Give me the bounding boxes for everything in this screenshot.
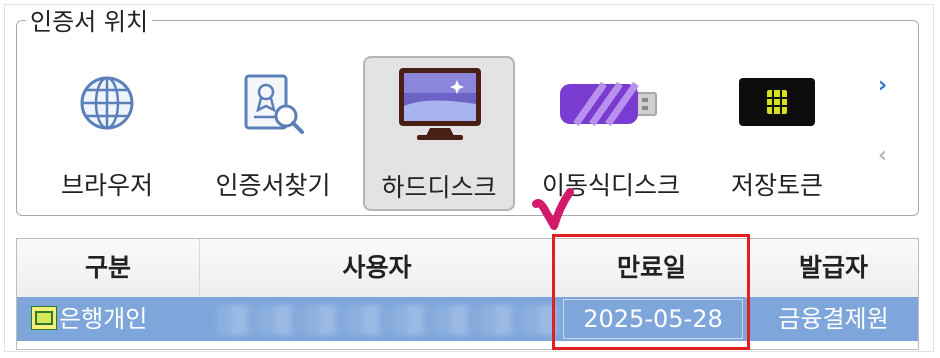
check-mark-icon bbox=[532, 188, 574, 230]
column-header-type[interactable]: 구분 bbox=[17, 239, 200, 297]
table-row[interactable]: 은행개인 2025-05-28 금융결제원 bbox=[17, 297, 918, 341]
globe-icon bbox=[49, 56, 165, 156]
storage-browser[interactable]: 브라우저 bbox=[49, 56, 165, 211]
expiry-highlight-box bbox=[552, 234, 750, 350]
certificate-search-icon bbox=[205, 56, 341, 156]
usb-drive-icon bbox=[537, 56, 685, 156]
storage-hard-disk[interactable]: 하드디스크 bbox=[363, 56, 515, 211]
cell-type: 은행개인 bbox=[59, 305, 148, 333]
cell-issuer: 금융결제원 bbox=[778, 305, 889, 333]
column-header-user[interactable]: 사용자 bbox=[200, 239, 555, 297]
storage-certificate-search-label: 인증서찾기 bbox=[215, 171, 331, 200]
storage-browser-label: 브라우저 bbox=[60, 171, 153, 200]
certificate-location-legend: 인증서 위치 bbox=[26, 7, 153, 37]
next-arrow-icon[interactable]: › bbox=[878, 73, 887, 98]
cell-user-redacted bbox=[217, 305, 560, 335]
storage-certificate-search[interactable]: 인증서찾기 bbox=[205, 56, 341, 211]
prev-arrow-icon[interactable]: ‹ bbox=[878, 143, 887, 168]
storage-hard-disk-label: 하드디스크 bbox=[381, 173, 497, 202]
column-header-issuer[interactable]: 발급자 bbox=[749, 239, 918, 297]
certificate-location-group: 브라우저 인증서찾기 하드디스크 이동식디스크 저장토큰 › ‹ bbox=[16, 20, 919, 216]
storage-security-token-label: 저장토큰 bbox=[730, 171, 823, 200]
storage-security-token[interactable]: 저장토큰 bbox=[710, 56, 844, 211]
security-token-icon bbox=[710, 56, 844, 156]
monitor-icon bbox=[365, 58, 513, 158]
certificate-table: 구분 사용자 만료일 발급자 은행개인 2025-05-28 금융결제원 bbox=[16, 238, 919, 350]
certificate-badge-icon bbox=[31, 306, 57, 330]
